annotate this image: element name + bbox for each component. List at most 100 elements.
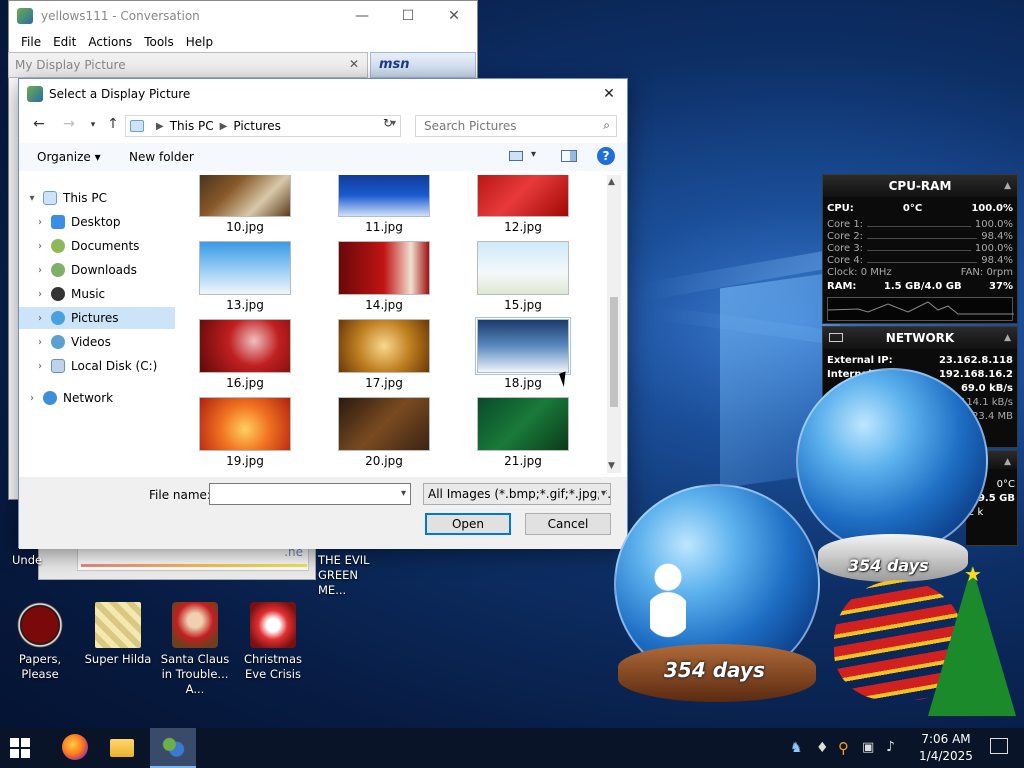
collapse-caret-icon[interactable]: ▲ xyxy=(1004,175,1011,197)
desktop-icon-santa-claus[interactable]: Santa Claus in Trouble... A... xyxy=(157,602,233,697)
clock-date[interactable]: 1/4/2025 xyxy=(916,749,976,763)
tree-item-pictures[interactable]: › Pictures xyxy=(19,307,175,329)
file-name-input[interactable]: ▾ xyxy=(209,483,411,505)
file-grid-scrollbar[interactable]: ▲ ▼ xyxy=(607,175,621,473)
display-picture-window[interactable]: My Display Picture ✕ xyxy=(8,52,368,78)
snowman-decoration xyxy=(650,560,686,638)
tree-item-documents[interactable]: › Documents xyxy=(33,235,189,257)
open-button[interactable]: Open xyxy=(425,513,511,535)
file-thumbnail[interactable] xyxy=(338,397,430,451)
desktop-icon-super-hilda[interactable]: Super Hilda xyxy=(80,602,156,667)
desktop-icon-christmas-eve-crisis[interactable]: Christmas Eve Crisis xyxy=(235,602,311,682)
file-thumbnail-selected[interactable] xyxy=(475,317,571,375)
file-name-label[interactable]: 15.jpg xyxy=(468,298,578,312)
maximize-button[interactable]: ☐ xyxy=(385,1,431,31)
file-name-label[interactable]: 21.jpg xyxy=(468,454,578,468)
minimize-button[interactable]: — xyxy=(339,1,385,31)
desktop-icon-partial-label[interactable]: Unde xyxy=(12,553,42,567)
file-name-label[interactable]: 16.jpg xyxy=(190,376,300,390)
desktop-icon-papers-please[interactable]: Papers, Please xyxy=(2,602,78,682)
menu-actions[interactable]: Actions xyxy=(82,35,138,49)
tree-item-this-pc[interactable]: ▾ This PC xyxy=(25,187,181,209)
file-name-label[interactable]: 14.jpg xyxy=(329,298,439,312)
dialog-close-button[interactable]: ✕ xyxy=(597,83,621,105)
desktop-icon-evil-label[interactable]: THE EVIL GREEN ME... xyxy=(318,553,388,598)
file-thumbnail[interactable] xyxy=(477,241,569,295)
file-name-label[interactable]: 12.jpg xyxy=(468,220,578,234)
start-button[interactable] xyxy=(10,738,30,758)
file-type-select[interactable]: All Images (*.bmp;*.gif;*.jpg;*.jp ▾ xyxy=(423,483,611,505)
file-thumbnail[interactable] xyxy=(338,175,430,217)
network-icon xyxy=(43,391,57,405)
file-type-dropdown-icon[interactable]: ▾ xyxy=(598,488,606,499)
address-bar[interactable]: ▶ This PC ▶ Pictures ▾ xyxy=(125,115,401,137)
snow-globe-back[interactable] xyxy=(796,368,988,554)
recent-locations-chevron-icon[interactable]: ▾ xyxy=(83,120,103,130)
preview-pane-icon[interactable] xyxy=(561,150,577,162)
papers-please-icon xyxy=(17,602,63,648)
scrollbar-thumb[interactable] xyxy=(610,297,618,407)
clock-time[interactable]: 7:06 AM xyxy=(916,732,976,746)
menu-tools[interactable]: Tools xyxy=(138,35,180,49)
file-name-label[interactable]: 20.jpg xyxy=(329,454,439,468)
expand-chevron-icon[interactable]: ▾ xyxy=(25,193,39,204)
dialog-titlebar[interactable]: Select a Display Picture xyxy=(19,79,627,109)
back-arrow-icon[interactable]: ← xyxy=(29,116,49,132)
cancel-button[interactable]: Cancel xyxy=(525,513,611,535)
volume-muted-icon[interactable]: ♪ xyxy=(886,739,895,755)
file-name-dropdown-icon[interactable]: ▾ xyxy=(401,488,406,499)
conversation-menubar: File Edit Actions Tools Help xyxy=(9,31,477,53)
file-name-label[interactable]: 17.jpg xyxy=(329,376,439,390)
people-tray-icon[interactable]: ♞ xyxy=(790,740,803,756)
cpu-ram-gadget[interactable]: CPU-RAM ▲ CPU: 0°C 100.0% Core 1: 100.0% C… xyxy=(822,174,1018,324)
tree-item-music[interactable]: › Music xyxy=(33,283,189,305)
file-thumbnail[interactable] xyxy=(338,319,430,373)
collapse-caret-icon[interactable]: ▲ xyxy=(1004,451,1011,473)
breadcrumb-pictures[interactable]: Pictures xyxy=(233,119,281,133)
scroll-down-icon[interactable]: ▼ xyxy=(608,461,615,471)
forward-arrow-icon[interactable]: → xyxy=(59,116,79,132)
downloads-icon xyxy=(51,263,65,277)
water-drop-tray-icon[interactable]: ♦ xyxy=(816,740,829,756)
file-name-label[interactable]: 11.jpg xyxy=(329,220,439,234)
file-name-label[interactable]: 13.jpg xyxy=(190,298,300,312)
select-picture-dialog[interactable]: Select a Display Picture ✕ ← → ▾ ↑ ▶ Thi… xyxy=(18,78,628,549)
view-options-icon[interactable] xyxy=(509,151,523,161)
close-button[interactable]: ✕ xyxy=(431,1,477,31)
display-picture-close-icon[interactable]: ✕ xyxy=(349,57,359,71)
file-thumbnail[interactable] xyxy=(477,175,569,217)
breadcrumb-this-pc[interactable]: This PC xyxy=(170,119,214,133)
file-name-label[interactable]: 19.jpg xyxy=(190,454,300,468)
file-thumbnail[interactable] xyxy=(199,241,291,295)
refresh-icon[interactable]: ↻ xyxy=(383,116,393,130)
tree-item-videos[interactable]: › Videos xyxy=(33,331,189,353)
collapse-caret-icon[interactable]: ▲ xyxy=(1004,327,1011,349)
file-thumbnail[interactable] xyxy=(199,319,291,373)
file-explorer-taskbar-button[interactable] xyxy=(110,734,138,762)
file-thumbnail[interactable] xyxy=(199,397,291,451)
network-tray-icon[interactable]: ▣ xyxy=(862,740,874,755)
scroll-up-icon[interactable]: ▲ xyxy=(608,177,615,187)
search-tray-icon[interactable]: ⚲ xyxy=(838,739,849,757)
tree-item-desktop[interactable]: › Desktop xyxy=(33,211,189,233)
organize-button[interactable]: Organize ▾ xyxy=(37,150,101,164)
file-name-label[interactable]: 10.jpg xyxy=(190,220,300,234)
tree-item-downloads[interactable]: › Downloads xyxy=(33,259,189,281)
up-arrow-icon[interactable]: ↑ xyxy=(103,116,123,132)
file-thumbnail[interactable] xyxy=(199,175,291,217)
new-folder-button[interactable]: New folder xyxy=(129,150,194,164)
tree-item-local-disk[interactable]: › Local Disk (C:) xyxy=(33,355,189,377)
file-thumbnail[interactable] xyxy=(338,241,430,295)
tree-item-network[interactable]: › Network xyxy=(25,387,181,409)
menu-edit[interactable]: Edit xyxy=(47,35,82,49)
firefox-taskbar-button[interactable] xyxy=(62,734,90,762)
help-icon[interactable]: ? xyxy=(597,147,615,165)
view-dropdown-icon[interactable]: ▾ xyxy=(531,149,536,160)
notifications-icon[interactable] xyxy=(990,738,1008,754)
search-input[interactable]: Search Pictures ⌕ xyxy=(415,115,617,137)
file-thumbnail[interactable] xyxy=(477,397,569,451)
messenger-taskbar-button[interactable] xyxy=(150,728,196,768)
menu-file[interactable]: File xyxy=(15,35,47,49)
menu-help[interactable]: Help xyxy=(180,35,219,49)
santa-claus-icon xyxy=(172,602,218,648)
